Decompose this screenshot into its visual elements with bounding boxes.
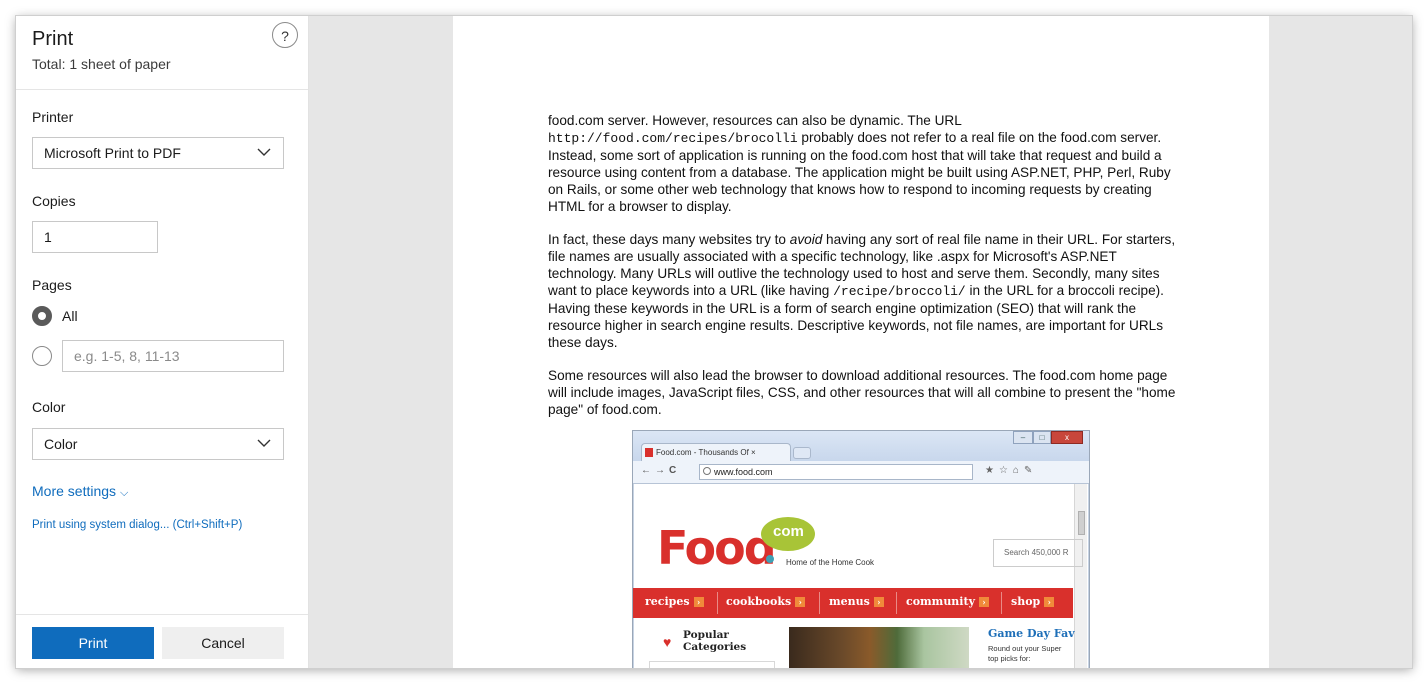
address-bar: www.food.com: [699, 464, 973, 480]
scrollbar-thumb: [1078, 511, 1085, 535]
nav-item: menus ›: [829, 595, 884, 608]
pages-range-placeholder: e.g. 1-5, 8, 11-13: [74, 348, 180, 364]
site-nav: recipes › cookbooks › menus › community › sh…: [633, 588, 1073, 618]
chevron-down-icon: [257, 439, 271, 447]
arrow-icon: ›: [978, 597, 989, 607]
pages-range-input[interactable]: e.g. 1-5, 8, 11-13: [62, 340, 284, 372]
emphasis-run: avoid: [789, 232, 823, 247]
nav-item: community ›: [906, 595, 989, 608]
divider: [16, 614, 308, 615]
copies-label: Copies: [32, 193, 76, 209]
help-icon[interactable]: ?: [272, 22, 298, 48]
cancel-button[interactable]: Cancel: [162, 627, 284, 659]
pages-custom-radio[interactable]: [32, 346, 52, 366]
code-run: /recipe/broccoli/: [833, 284, 966, 299]
gameday-text: Round out your Super top picks for:: [988, 644, 1061, 664]
logo-dot: [766, 555, 774, 563]
more-settings-link[interactable]: More settings ⌵: [32, 483, 128, 500]
gameday-line: Round out your Super: [988, 644, 1062, 653]
back-arrow-icon: ←: [641, 465, 655, 476]
system-dialog-link[interactable]: Print using system dialog... (Ctrl+Shift…: [32, 519, 242, 531]
minimize-icon: –: [1013, 431, 1033, 444]
arrow-icon: ›: [693, 597, 704, 607]
document-body: food.com server. However, resources can …: [548, 112, 1188, 434]
toolbar-icons: ★☆⌂✎: [985, 465, 1038, 476]
nav-item-label: cookbooks: [726, 595, 792, 608]
copies-input[interactable]: 1: [32, 221, 158, 253]
popular-categories-box: [649, 661, 775, 668]
logo-bubble: com: [761, 517, 815, 551]
heart-icon: ♥: [663, 634, 672, 650]
color-label: Color: [32, 399, 66, 415]
arrow-icon: ›: [873, 597, 884, 607]
window-controls: – □ x: [1013, 431, 1083, 445]
divider: [896, 592, 897, 614]
nav-item: shop ›: [1011, 595, 1055, 608]
site-search: Search 450,000 R: [993, 539, 1083, 567]
arrow-icon: ›: [795, 597, 806, 607]
color-value: Color: [44, 436, 78, 452]
nav-item: cookbooks ›: [726, 595, 806, 608]
code-run: http://food.com/recipes/brocolli: [548, 131, 798, 146]
color-select[interactable]: Color: [32, 428, 284, 460]
print-dialog: Print Total: 1 sheet of paper ? Printer …: [16, 16, 1412, 668]
tab-title: Food.com - Thousands Of: [656, 448, 749, 457]
new-tab-icon: [793, 447, 811, 459]
logo-bubble-text: com: [773, 523, 804, 540]
close-icon: ×: [751, 448, 756, 457]
printer-value: Microsoft Print to PDF: [44, 145, 181, 161]
divider: [717, 592, 718, 614]
gameday-heading: Game Day Fav: [988, 627, 1075, 640]
divider: [16, 89, 308, 90]
browser-toolbar: ←→C www.food.com ★☆⌂✎: [633, 461, 1089, 484]
browser-screenshot-figure: Food.com - Thousands Of × – □ x ←→C www.…: [632, 430, 1090, 668]
divider: [1001, 592, 1002, 614]
browser-titlebar: Food.com - Thousands Of × – □ x: [633, 431, 1089, 461]
tagline: Home of the Home Cook: [786, 558, 875, 567]
food-photo: [789, 627, 969, 668]
nav-item: recipes ›: [645, 595, 704, 608]
nav-item-label: shop: [1011, 595, 1041, 608]
gameday-line: top picks for:: [988, 654, 1031, 663]
pages-label: Pages: [32, 277, 72, 293]
print-settings-panel: Print Total: 1 sheet of paper ? Printer …: [16, 16, 309, 668]
url-text: www.food.com: [714, 467, 773, 477]
print-preview-page: food.com server. However, resources can …: [453, 16, 1269, 668]
paragraph: In fact, these days many websites try to…: [548, 231, 1188, 351]
forward-arrow-icon: →: [655, 465, 669, 476]
chevron-down-icon: [257, 148, 271, 156]
pages-all-radio[interactable]: [32, 306, 52, 326]
popular-categories-heading: Popular Categories: [683, 629, 746, 653]
printer-label: Printer: [32, 109, 74, 125]
text-run: food.com server. However, resources can …: [548, 113, 962, 128]
pages-all-label: All: [62, 308, 78, 324]
food-logo: Food: [657, 521, 777, 575]
nav-item-label: community: [906, 595, 975, 608]
nav-buttons: ←→C: [641, 465, 680, 476]
heading-line: Categories: [683, 641, 747, 653]
arrow-icon: ›: [1044, 597, 1055, 607]
nav-item-label: recipes: [645, 595, 690, 608]
favicon-icon: [645, 448, 653, 457]
printer-select[interactable]: Microsoft Print to PDF: [32, 137, 284, 169]
print-button[interactable]: Print: [32, 627, 154, 659]
close-icon: x: [1051, 431, 1083, 444]
chevron-down-icon: ⌵: [119, 487, 129, 499]
sheet-count: Total: 1 sheet of paper: [32, 56, 171, 72]
dialog-title: Print: [32, 28, 74, 50]
paragraph: Some resources will also lead the browse…: [548, 368, 1176, 417]
reload-icon: C: [669, 465, 681, 476]
more-settings-label: More settings: [32, 483, 117, 499]
heading-line: Popular: [683, 629, 729, 641]
paragraph: food.com server. However, resources can …: [548, 112, 1188, 215]
maximize-icon: □: [1033, 431, 1051, 444]
globe-icon: [703, 467, 711, 475]
divider: [819, 592, 820, 614]
browser-tab: Food.com - Thousands Of ×: [641, 443, 791, 461]
text-run: In fact, these days many websites try to: [548, 232, 790, 247]
nav-item-label: menus: [829, 595, 870, 608]
